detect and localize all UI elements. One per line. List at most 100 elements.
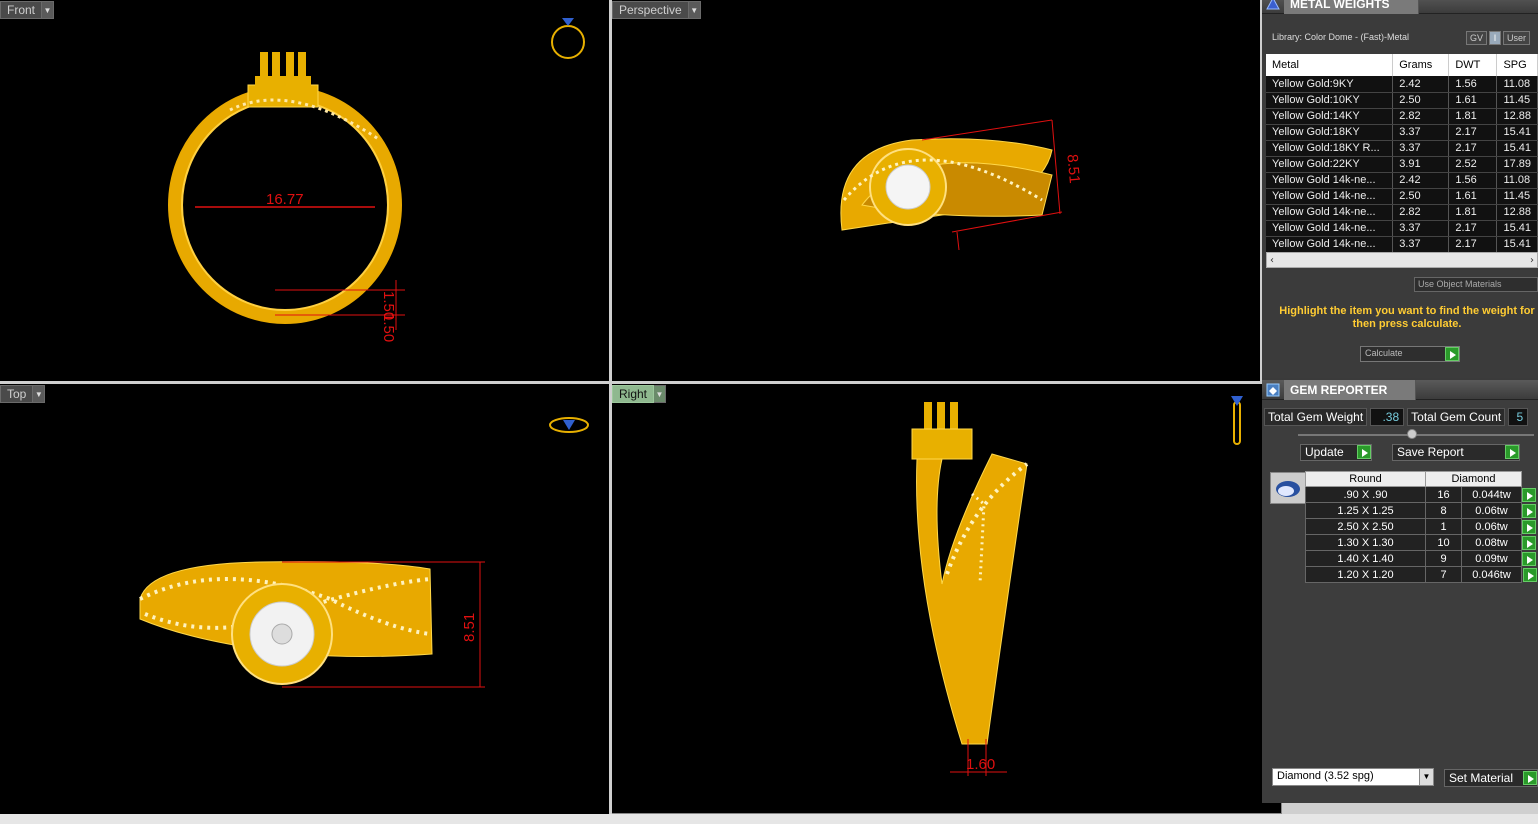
table-row[interactable]: Yellow Gold:9KY 2.42 1.56 11.08 <box>1266 76 1538 93</box>
total-gem-count-value: 5 <box>1508 408 1529 426</box>
column-header[interactable]: Grams <box>1392 54 1450 76</box>
column-header[interactable]: SPG <box>1496 54 1538 76</box>
update-button[interactable]: Update <box>1300 444 1372 461</box>
chevron-down-icon[interactable]: ▼ <box>654 385 667 403</box>
table-cell: 0.08tw <box>1461 534 1522 551</box>
row-go-button[interactable] <box>1521 534 1538 551</box>
table-cell: 2.17 <box>1448 236 1498 253</box>
right-ring-model: 1.60 <box>911 402 1029 776</box>
table-cell: 16 <box>1425 486 1462 503</box>
table-cell: 0.09tw <box>1461 550 1522 567</box>
table-row[interactable]: 2.50 X 2.50 1 0.06tw <box>1305 518 1538 535</box>
table-row[interactable]: Yellow Gold:22KY 3.91 2.52 17.89 <box>1266 156 1538 173</box>
viewport-name: Top <box>0 385 34 403</box>
gem-slider[interactable] <box>1298 429 1534 439</box>
play-icon <box>1357 445 1371 459</box>
save-report-label: Save Report <box>1397 445 1464 459</box>
table-cell: .90 X .90 <box>1305 486 1426 503</box>
dim-label-height: 8.51 <box>461 613 478 642</box>
material-select[interactable]: Diamond (3.52 spg) ▼ <box>1272 768 1434 786</box>
save-report-button[interactable]: Save Report <box>1392 444 1520 461</box>
viewport-label-front[interactable]: Front ▼ <box>0 1 55 19</box>
use-object-materials-button[interactable]: Use Object Materials <box>1414 277 1538 292</box>
table-cell: Yellow Gold:18KY R... <box>1266 140 1394 157</box>
table-cell: 1.56 <box>1448 172 1498 189</box>
total-gem-weight-value: .38 <box>1370 408 1405 426</box>
table-cell: 0.046tw <box>1461 566 1522 583</box>
table-row[interactable]: 1.30 X 1.30 10 0.08tw <box>1305 534 1538 551</box>
calculate-label: Calculate <box>1365 348 1403 358</box>
table-cell: 12.88 <box>1496 204 1538 221</box>
table-row[interactable]: 1.20 X 1.20 7 0.046tw <box>1305 566 1538 583</box>
row-go-button[interactable] <box>1521 502 1538 519</box>
status-strip <box>0 814 1538 824</box>
viewport-label-top[interactable]: Top ▼ <box>0 385 46 403</box>
table-cell: 1.81 <box>1448 108 1498 125</box>
perspective-viewport[interactable]: Perspective ▼ 8.51 <box>612 0 1260 381</box>
row-go-button[interactable] <box>1521 518 1538 535</box>
chevron-down-icon[interactable]: ▼ <box>688 1 701 19</box>
table-cell: 1 <box>1425 518 1462 535</box>
chevron-down-icon[interactable]: ▼ <box>42 1 55 19</box>
table-cell: 2.50 <box>1392 92 1450 109</box>
table-cell: 11.08 <box>1496 76 1538 93</box>
calculate-button[interactable]: Calculate <box>1360 346 1460 362</box>
slider-knob[interactable] <box>1407 429 1417 439</box>
gem-table[interactable]: Round Diamond .90 X .90 16 0.044tw 1.25 X 1… <box>1305 471 1538 583</box>
play-icon <box>1522 567 1537 582</box>
table-row[interactable]: Yellow Gold 14k-ne... 2.42 1.56 11.08 <box>1266 172 1538 189</box>
front-viewport[interactable]: Front ▼ 16.77 1.50 1.50 <box>0 0 609 381</box>
chevron-down-icon[interactable]: ▼ <box>1419 769 1433 785</box>
table-row[interactable]: Yellow Gold:14KY 2.82 1.81 12.88 <box>1266 108 1538 125</box>
row-go-button[interactable] <box>1521 486 1538 503</box>
dim-label-thickness-2: 1.50 <box>380 313 397 342</box>
top-viewport[interactable]: Top ▼ 8.51 <box>0 384 609 814</box>
set-material-button[interactable]: Set Material <box>1444 769 1538 787</box>
table-row[interactable]: Yellow Gold:10KY 2.50 1.61 11.45 <box>1266 92 1538 109</box>
table-row[interactable]: Yellow Gold 14k-ne... 3.37 2.17 15.41 <box>1266 236 1538 253</box>
table-row[interactable]: Yellow Gold:18KY 3.37 2.17 15.41 <box>1266 124 1538 141</box>
column-header[interactable]: Diamond <box>1425 471 1522 487</box>
table-cell: Yellow Gold:10KY <box>1266 92 1394 109</box>
horizontal-scrollbar[interactable]: ‹ › <box>1266 252 1538 268</box>
table-cell: Yellow Gold 14k-ne... <box>1266 172 1394 189</box>
gem-reporter-header: GEM REPORTER <box>1262 379 1538 400</box>
table-row[interactable]: Yellow Gold 14k-ne... 3.37 2.17 15.41 <box>1266 220 1538 237</box>
viewport-label-right[interactable]: Right ▼ <box>612 385 667 403</box>
table-cell: 2.17 <box>1448 140 1498 157</box>
column-header[interactable]: DWT <box>1448 54 1498 76</box>
front-ring-model: 16.77 1.50 1.50 <box>168 52 405 342</box>
table-cell: Yellow Gold 14k-ne... <box>1266 220 1394 237</box>
right-viewport[interactable]: Right ▼ 1.60 <box>612 384 1282 814</box>
row-go-button[interactable] <box>1521 550 1538 567</box>
table-row[interactable]: .90 X .90 16 0.044tw <box>1305 486 1538 503</box>
column-header[interactable]: Round <box>1305 471 1426 487</box>
user-button[interactable]: User <box>1503 31 1531 45</box>
row-go-button[interactable] <box>1521 566 1538 583</box>
chevron-left-icon[interactable]: ‹ <box>1270 255 1274 266</box>
table-row[interactable]: Yellow Gold 14k-ne... 2.82 1.81 12.88 <box>1266 204 1538 221</box>
toggle-button[interactable]: I <box>1489 31 1502 45</box>
gv-button[interactable]: GV <box>1466 31 1488 45</box>
chevron-right-icon[interactable]: › <box>1530 255 1534 266</box>
table-cell: 1.20 X 1.20 <box>1305 566 1426 583</box>
dim-label-thickness: 1.60 <box>966 756 995 773</box>
column-header[interactable]: Metal <box>1266 54 1394 76</box>
table-cell: 15.41 <box>1496 220 1538 237</box>
table-row[interactable]: Yellow Gold:18KY R... 3.37 2.17 15.41 <box>1266 140 1538 157</box>
table-row[interactable]: Yellow Gold 14k-ne... 2.50 1.61 11.45 <box>1266 188 1538 205</box>
top-ring-model: 8.51 <box>139 561 485 688</box>
metal-weights-table[interactable]: Metal Grams DWT SPG Yellow Gold:9KY 2.42 1… <box>1266 54 1538 253</box>
table-cell: 12.88 <box>1496 108 1538 125</box>
table-cell: 0.044tw <box>1461 486 1522 503</box>
table-cell: 11.45 <box>1496 188 1538 205</box>
table-cell: Yellow Gold:18KY <box>1266 124 1394 141</box>
table-row[interactable]: 1.25 X 1.25 8 0.06tw <box>1305 502 1538 519</box>
rhino-matrix-window: Front ▼ 16.77 1.50 1.50 Perspective ▼ 8.… <box>0 0 1538 824</box>
chevron-down-icon[interactable]: ▼ <box>33 385 46 403</box>
viewport-label-perspective[interactable]: Perspective ▼ <box>612 1 701 19</box>
table-cell: 3.37 <box>1392 140 1450 157</box>
gem-thumbnail[interactable] <box>1270 472 1306 504</box>
table-row[interactable]: 1.40 X 1.40 9 0.09tw <box>1305 550 1538 567</box>
table-cell: 11.45 <box>1496 92 1538 109</box>
